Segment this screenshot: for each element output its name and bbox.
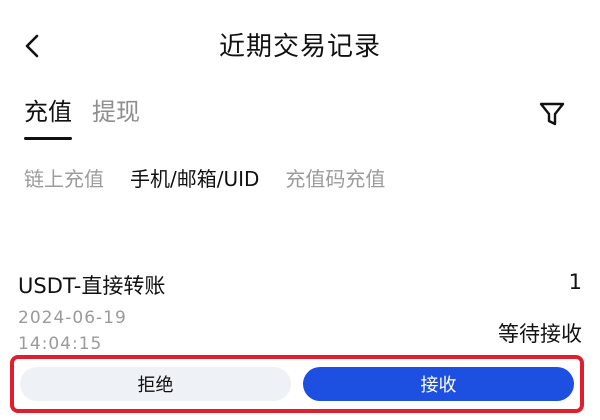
tab-deposit[interactable]: 充值 xyxy=(24,92,72,140)
subtab-phone-email-uid[interactable]: 手机/邮箱/UID xyxy=(130,164,259,194)
transaction-record[interactable]: USDT-直接转账 1 2024-06-19 14:04:15 等待接收 xyxy=(18,262,582,362)
main-tabs: 充值 提现 xyxy=(24,92,140,140)
accept-button[interactable]: 接收 xyxy=(303,367,574,401)
record-date: 2024-06-19 xyxy=(18,308,127,328)
page-title: 近期交易记录 xyxy=(218,32,381,62)
action-bar: 拒绝 接收 xyxy=(10,355,584,413)
record-time: 14:04:15 xyxy=(18,334,103,354)
header: 近期交易记录 xyxy=(0,0,600,90)
record-title: USDT-直接转账 xyxy=(18,274,166,298)
sub-tabs: 链上充值 手机/邮箱/UID 充值码充值 xyxy=(24,164,385,194)
filter-icon xyxy=(539,102,565,126)
reject-button[interactable]: 拒绝 xyxy=(20,367,291,401)
subtab-code-deposit[interactable]: 充值码充值 xyxy=(285,164,385,194)
subtab-onchain-deposit[interactable]: 链上充值 xyxy=(24,164,104,194)
transaction-records-screen: 近期交易记录 充值 提现 链上充值 手机/邮箱/UID 充值码充值 USDT-直… xyxy=(0,0,600,420)
record-amount: 1 xyxy=(568,270,582,294)
record-status: 等待接收 xyxy=(498,322,582,346)
filter-button[interactable] xyxy=(534,96,570,132)
tab-withdraw[interactable]: 提现 xyxy=(92,92,140,132)
